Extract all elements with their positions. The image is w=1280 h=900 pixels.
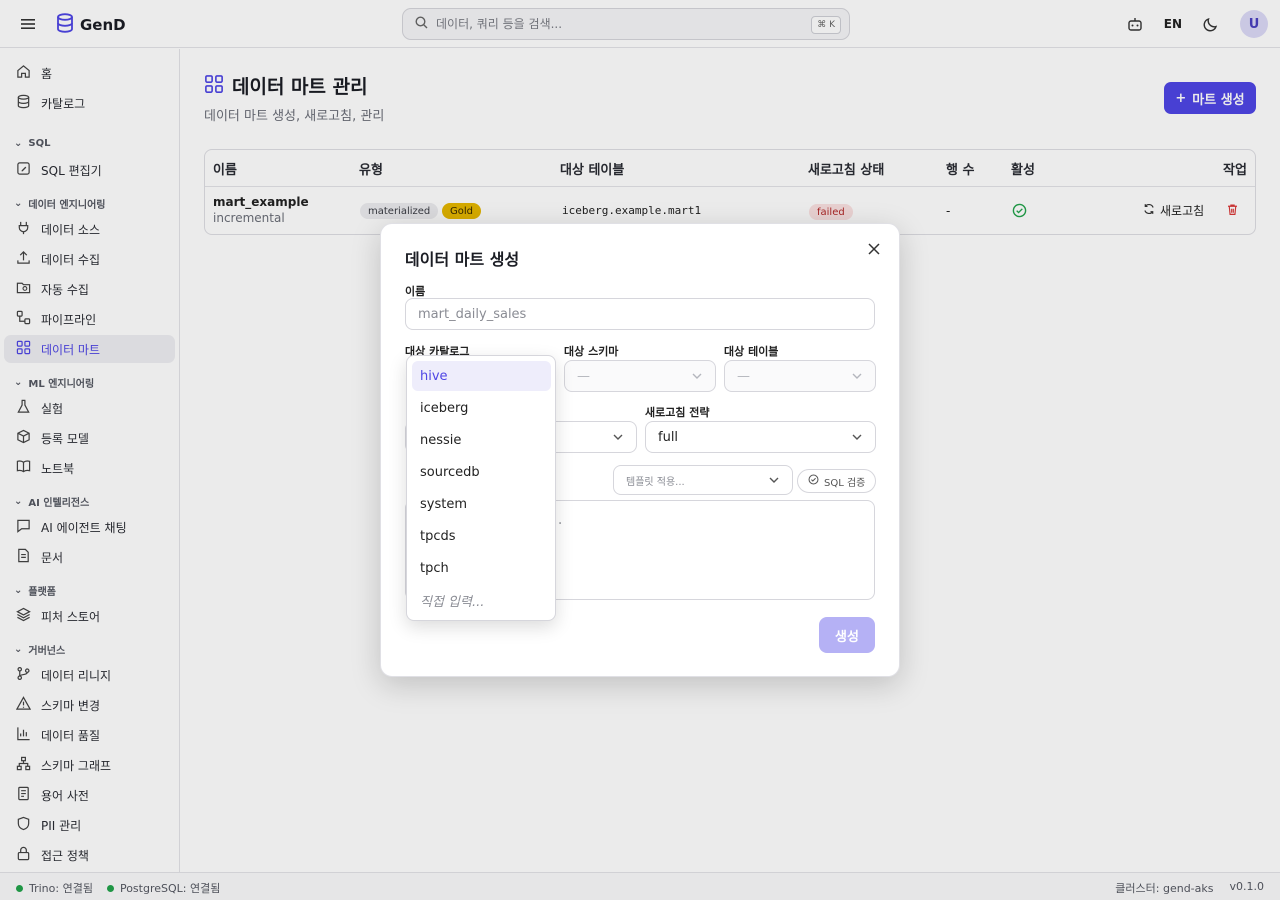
catalog-option[interactable]: nessie xyxy=(412,425,551,455)
validate-sql-button[interactable]: SQL 검증 xyxy=(797,469,877,493)
create-button[interactable]: 생성 xyxy=(819,617,875,653)
chevron-down-icon xyxy=(851,370,863,386)
schema-select[interactable]: — xyxy=(564,360,716,392)
refresh-strategy-select[interactable]: full xyxy=(645,421,876,453)
name-input[interactable]: mart_daily_sales xyxy=(405,298,875,330)
catalog-option[interactable]: tpcds xyxy=(412,521,551,551)
dialog-title: 데이터 마트 생성 xyxy=(405,250,520,269)
chevron-down-icon xyxy=(691,370,703,386)
close-icon[interactable] xyxy=(865,240,883,258)
table-select[interactable]: — xyxy=(724,360,876,392)
catalog-custom-input-option[interactable]: 직접 입력... xyxy=(412,585,551,615)
catalog-option[interactable]: hive xyxy=(412,361,551,391)
catalog-option[interactable]: sourcedb xyxy=(412,457,551,487)
refresh-strategy-label: 새로고침 전략 xyxy=(645,406,710,419)
catalog-option[interactable]: system xyxy=(412,489,551,519)
chevron-down-icon xyxy=(851,431,863,447)
table-label: 대상 테이블 xyxy=(724,345,779,358)
chevron-down-icon xyxy=(612,431,624,447)
catalog-option[interactable]: iceberg xyxy=(412,393,551,423)
name-label: 이름 xyxy=(405,285,426,298)
template-select[interactable]: 템플릿 적용... xyxy=(613,465,793,495)
schema-label: 대상 스키마 xyxy=(564,345,619,358)
catalog-dropdown: hive iceberg nessie sourcedb system tpcd… xyxy=(406,355,556,621)
check-circle-icon xyxy=(808,474,819,488)
catalog-option[interactable]: tpch xyxy=(412,553,551,583)
chevron-down-icon xyxy=(768,474,780,489)
